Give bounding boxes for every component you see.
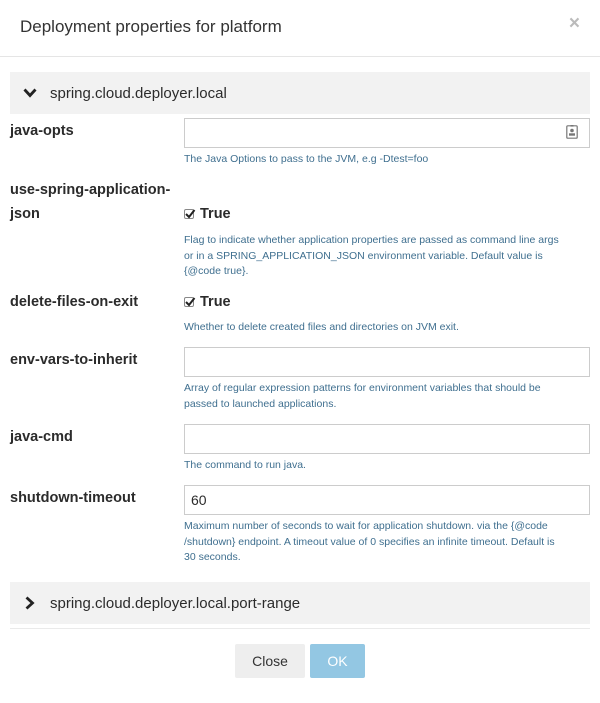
java-opts-description: The Java Options to pass to the JVM, e.g… [184, 153, 429, 165]
section-label: spring.cloud.deployer.local.port-range [50, 594, 301, 612]
env-vars-to-inherit-description: Array of regular expression patterns for… [184, 381, 594, 412]
section-header-deployer-local[interactable]: spring.cloud.deployer.local [10, 72, 590, 114]
section-label: spring.cloud.deployer.local [50, 84, 227, 102]
label-line: json [10, 206, 40, 222]
modal-header: Deployment properties for platform × [0, 0, 600, 57]
checkbox-label: True [200, 206, 231, 222]
delete-files-on-exit-checkbox[interactable] [184, 297, 196, 307]
use-spring-application-json-label: use-spring-application- json [10, 178, 180, 226]
label-line: use-spring-application- [10, 182, 171, 198]
delete-files-on-exit-label: delete-files-on-exit [10, 294, 139, 310]
description-line: Maximum number of seconds to wait for ap… [184, 520, 548, 532]
java-cmd-label: java-cmd [10, 429, 73, 445]
description-line: 30 seconds. [184, 551, 241, 563]
java-cmd-input[interactable] [184, 424, 590, 454]
chevron-right-icon [10, 582, 50, 624]
shutdown-timeout-input[interactable] [184, 485, 590, 515]
footer-divider [10, 628, 590, 629]
description-line: Array of regular expression patterns for… [184, 382, 541, 394]
checkbox-label: True [200, 294, 231, 310]
description-line: /shutdown} endpoint. A timeout value of … [184, 535, 555, 548]
chevron-down-icon [10, 72, 50, 114]
java-cmd-description: The command to run java. [184, 459, 306, 471]
close-icon[interactable]: × [569, 13, 580, 35]
shutdown-timeout-label: shutdown-timeout [10, 490, 136, 506]
ok-button[interactable]: OK [310, 644, 365, 678]
use-spring-application-json-checkbox-row[interactable]: True [184, 205, 231, 223]
env-vars-to-inherit-label: env-vars-to-inherit [10, 352, 138, 368]
description-line: passed to launched applications. [184, 397, 337, 410]
section-header-port-range[interactable]: spring.cloud.deployer.local.port-range [10, 582, 590, 624]
description-line: or in a SPRING_APPLICATION_JSON environm… [184, 249, 543, 262]
java-opts-input[interactable] [184, 118, 590, 148]
contact-card-icon[interactable] [566, 125, 578, 139]
modal-title: Deployment properties for platform [20, 17, 282, 36]
delete-files-on-exit-description: Whether to delete created files and dire… [184, 321, 459, 333]
shutdown-timeout-description: Maximum number of seconds to wait for ap… [184, 519, 594, 566]
java-opts-label: java-opts [10, 123, 74, 139]
delete-files-on-exit-checkbox-row[interactable]: True [184, 293, 231, 311]
env-vars-to-inherit-input[interactable] [184, 347, 590, 377]
description-line: Flag to indicate whether application pro… [184, 234, 559, 246]
description-line: {@code true}. [184, 265, 249, 277]
use-spring-application-json-description: Flag to indicate whether application pro… [184, 233, 594, 280]
close-button[interactable]: Close [235, 644, 305, 678]
use-spring-application-json-checkbox[interactable] [184, 209, 196, 219]
